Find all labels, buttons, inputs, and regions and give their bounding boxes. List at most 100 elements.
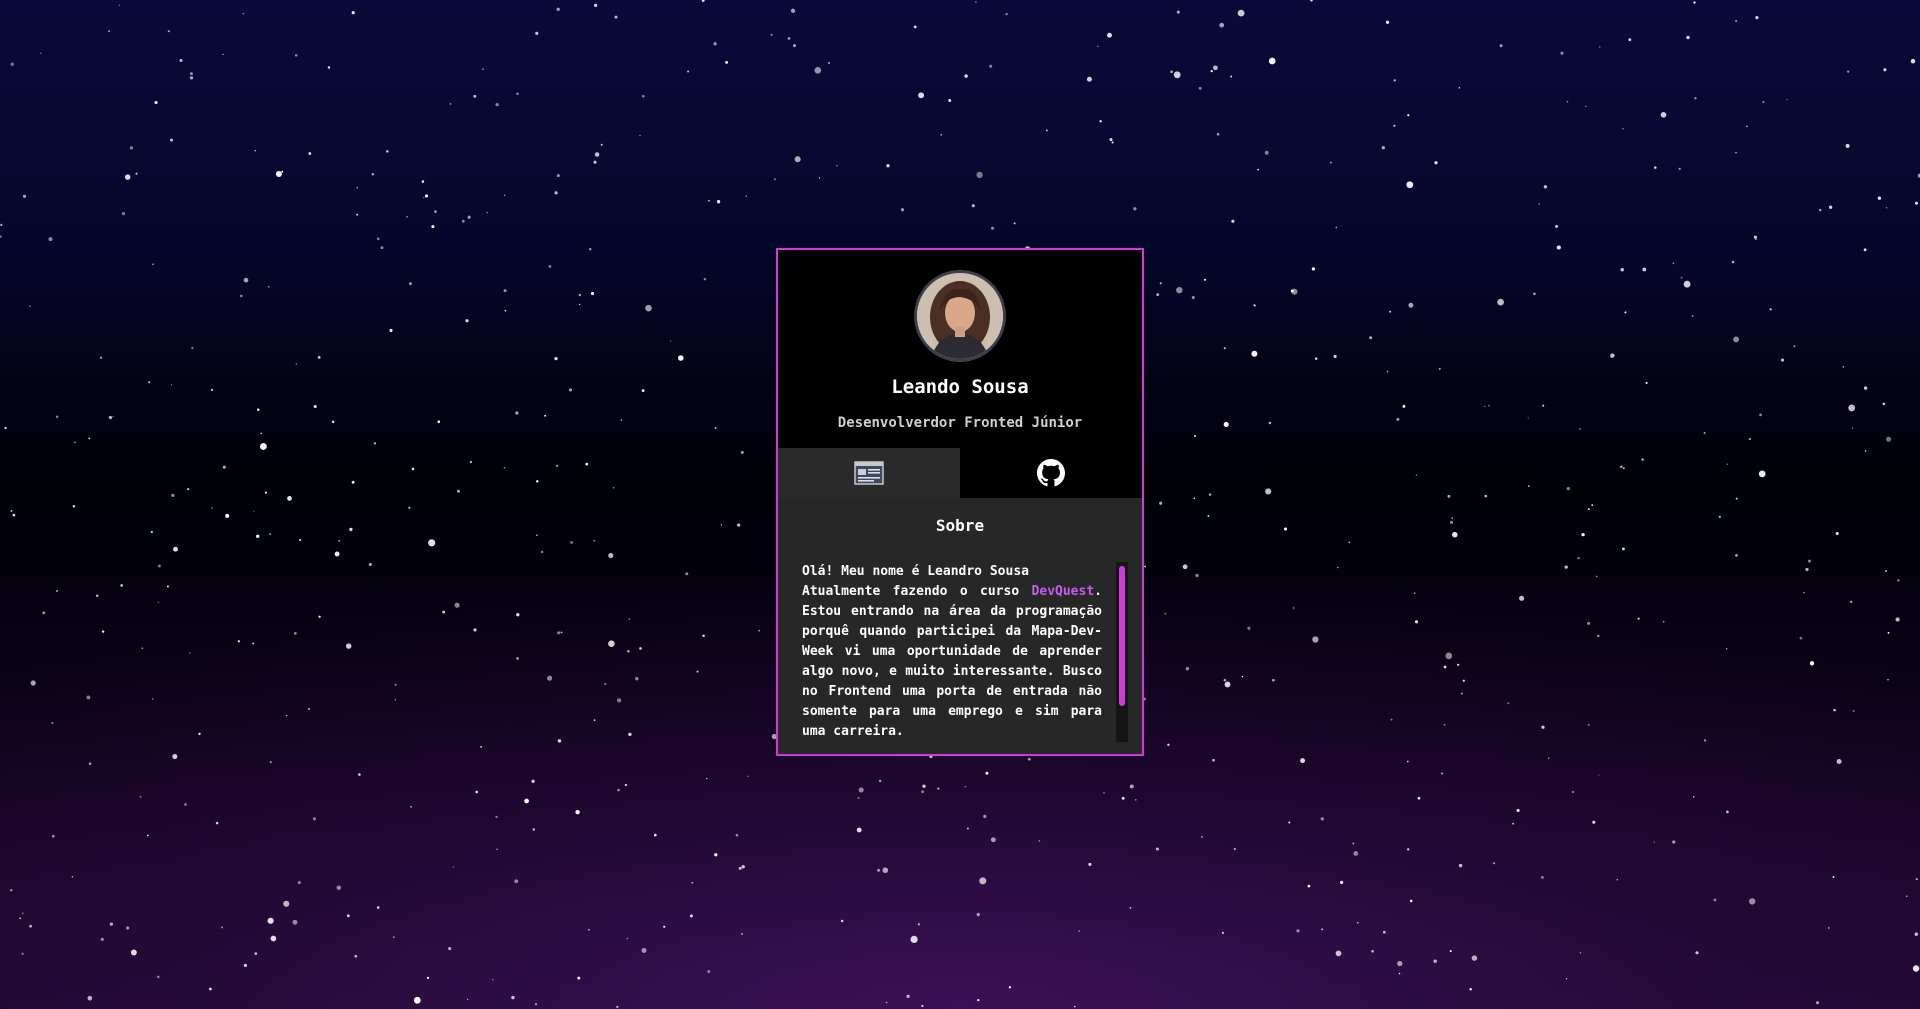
star xyxy=(406,216,408,218)
star xyxy=(1185,667,1190,671)
star xyxy=(124,174,131,180)
star xyxy=(1194,435,1196,437)
star xyxy=(608,552,614,559)
star xyxy=(983,814,987,818)
star xyxy=(1809,661,1815,666)
star xyxy=(886,164,890,168)
star xyxy=(126,926,130,930)
star xyxy=(1385,20,1390,24)
star xyxy=(1577,556,1580,560)
star xyxy=(1731,260,1735,264)
star xyxy=(1335,226,1338,229)
star xyxy=(1208,493,1212,496)
star xyxy=(1819,209,1822,212)
star xyxy=(948,99,952,102)
star xyxy=(307,708,311,711)
bio-scrollbar-thumb[interactable] xyxy=(1119,566,1125,706)
star xyxy=(1585,105,1587,108)
star xyxy=(1223,347,1226,350)
star xyxy=(480,746,482,748)
star xyxy=(1371,949,1374,953)
star xyxy=(172,754,178,760)
star xyxy=(281,170,284,173)
star xyxy=(1694,97,1697,100)
star xyxy=(1329,161,1332,164)
star xyxy=(21,952,24,955)
star xyxy=(515,411,519,415)
star xyxy=(313,404,317,409)
profile-tabs xyxy=(778,448,1142,498)
star xyxy=(99,356,103,359)
star xyxy=(1265,488,1272,495)
star xyxy=(1556,245,1561,250)
star xyxy=(1864,450,1867,452)
star xyxy=(408,506,411,509)
star xyxy=(737,523,741,527)
star xyxy=(394,698,397,701)
star xyxy=(1713,898,1717,902)
star xyxy=(152,263,154,265)
star xyxy=(351,11,355,15)
star xyxy=(139,795,142,798)
star xyxy=(1910,58,1916,64)
star xyxy=(1107,32,1112,38)
star xyxy=(121,211,126,216)
star xyxy=(243,963,247,967)
bio-scrollbar[interactable] xyxy=(1116,562,1128,742)
star xyxy=(548,265,552,268)
star xyxy=(706,777,708,780)
bio-text-before-link: Atualmente fazendo o curso xyxy=(802,584,1032,599)
star xyxy=(547,675,553,681)
star xyxy=(373,442,377,445)
star xyxy=(1417,796,1421,800)
star xyxy=(1598,774,1600,776)
star xyxy=(964,785,967,788)
star xyxy=(449,103,452,105)
star xyxy=(56,590,58,592)
star xyxy=(1565,978,1568,980)
star xyxy=(1159,282,1162,285)
star xyxy=(913,25,917,29)
star xyxy=(1458,87,1461,89)
star xyxy=(976,912,980,917)
star xyxy=(222,53,224,56)
star xyxy=(787,37,791,40)
star xyxy=(1155,847,1159,851)
star xyxy=(1099,120,1102,123)
star xyxy=(1382,930,1386,934)
star xyxy=(170,138,173,142)
star xyxy=(473,94,477,98)
star xyxy=(225,513,230,518)
star xyxy=(1133,207,1137,211)
bio-line-1: Olá! Meu nome é Leandro Sousa xyxy=(802,564,1029,579)
star xyxy=(740,450,744,454)
star xyxy=(725,61,728,64)
star xyxy=(442,610,446,614)
star xyxy=(1543,185,1548,189)
star xyxy=(1548,757,1550,759)
star xyxy=(1758,470,1766,478)
star xyxy=(431,225,435,229)
star xyxy=(269,761,272,764)
star xyxy=(1622,467,1625,470)
tab-about[interactable] xyxy=(778,448,960,498)
devquest-link[interactable]: DevQuest xyxy=(1032,584,1095,599)
star xyxy=(1755,15,1759,20)
star xyxy=(482,68,484,70)
star xyxy=(1488,405,1490,407)
star xyxy=(1335,950,1342,957)
profile-card: Leando Sousa Desenvolverdor Fronted Júni… xyxy=(776,248,1144,756)
star xyxy=(1735,497,1738,500)
star xyxy=(1816,1001,1819,1005)
star xyxy=(346,914,350,918)
star xyxy=(1621,547,1625,551)
star xyxy=(1735,152,1737,154)
star xyxy=(1369,336,1373,340)
tab-github[interactable] xyxy=(960,448,1142,498)
star xyxy=(297,881,301,885)
star xyxy=(1451,517,1454,519)
star xyxy=(628,732,632,737)
about-bio[interactable]: Olá! Meu nome é Leandro Sousa Atualmente… xyxy=(802,562,1102,742)
star xyxy=(1198,86,1202,90)
star xyxy=(1292,607,1295,609)
